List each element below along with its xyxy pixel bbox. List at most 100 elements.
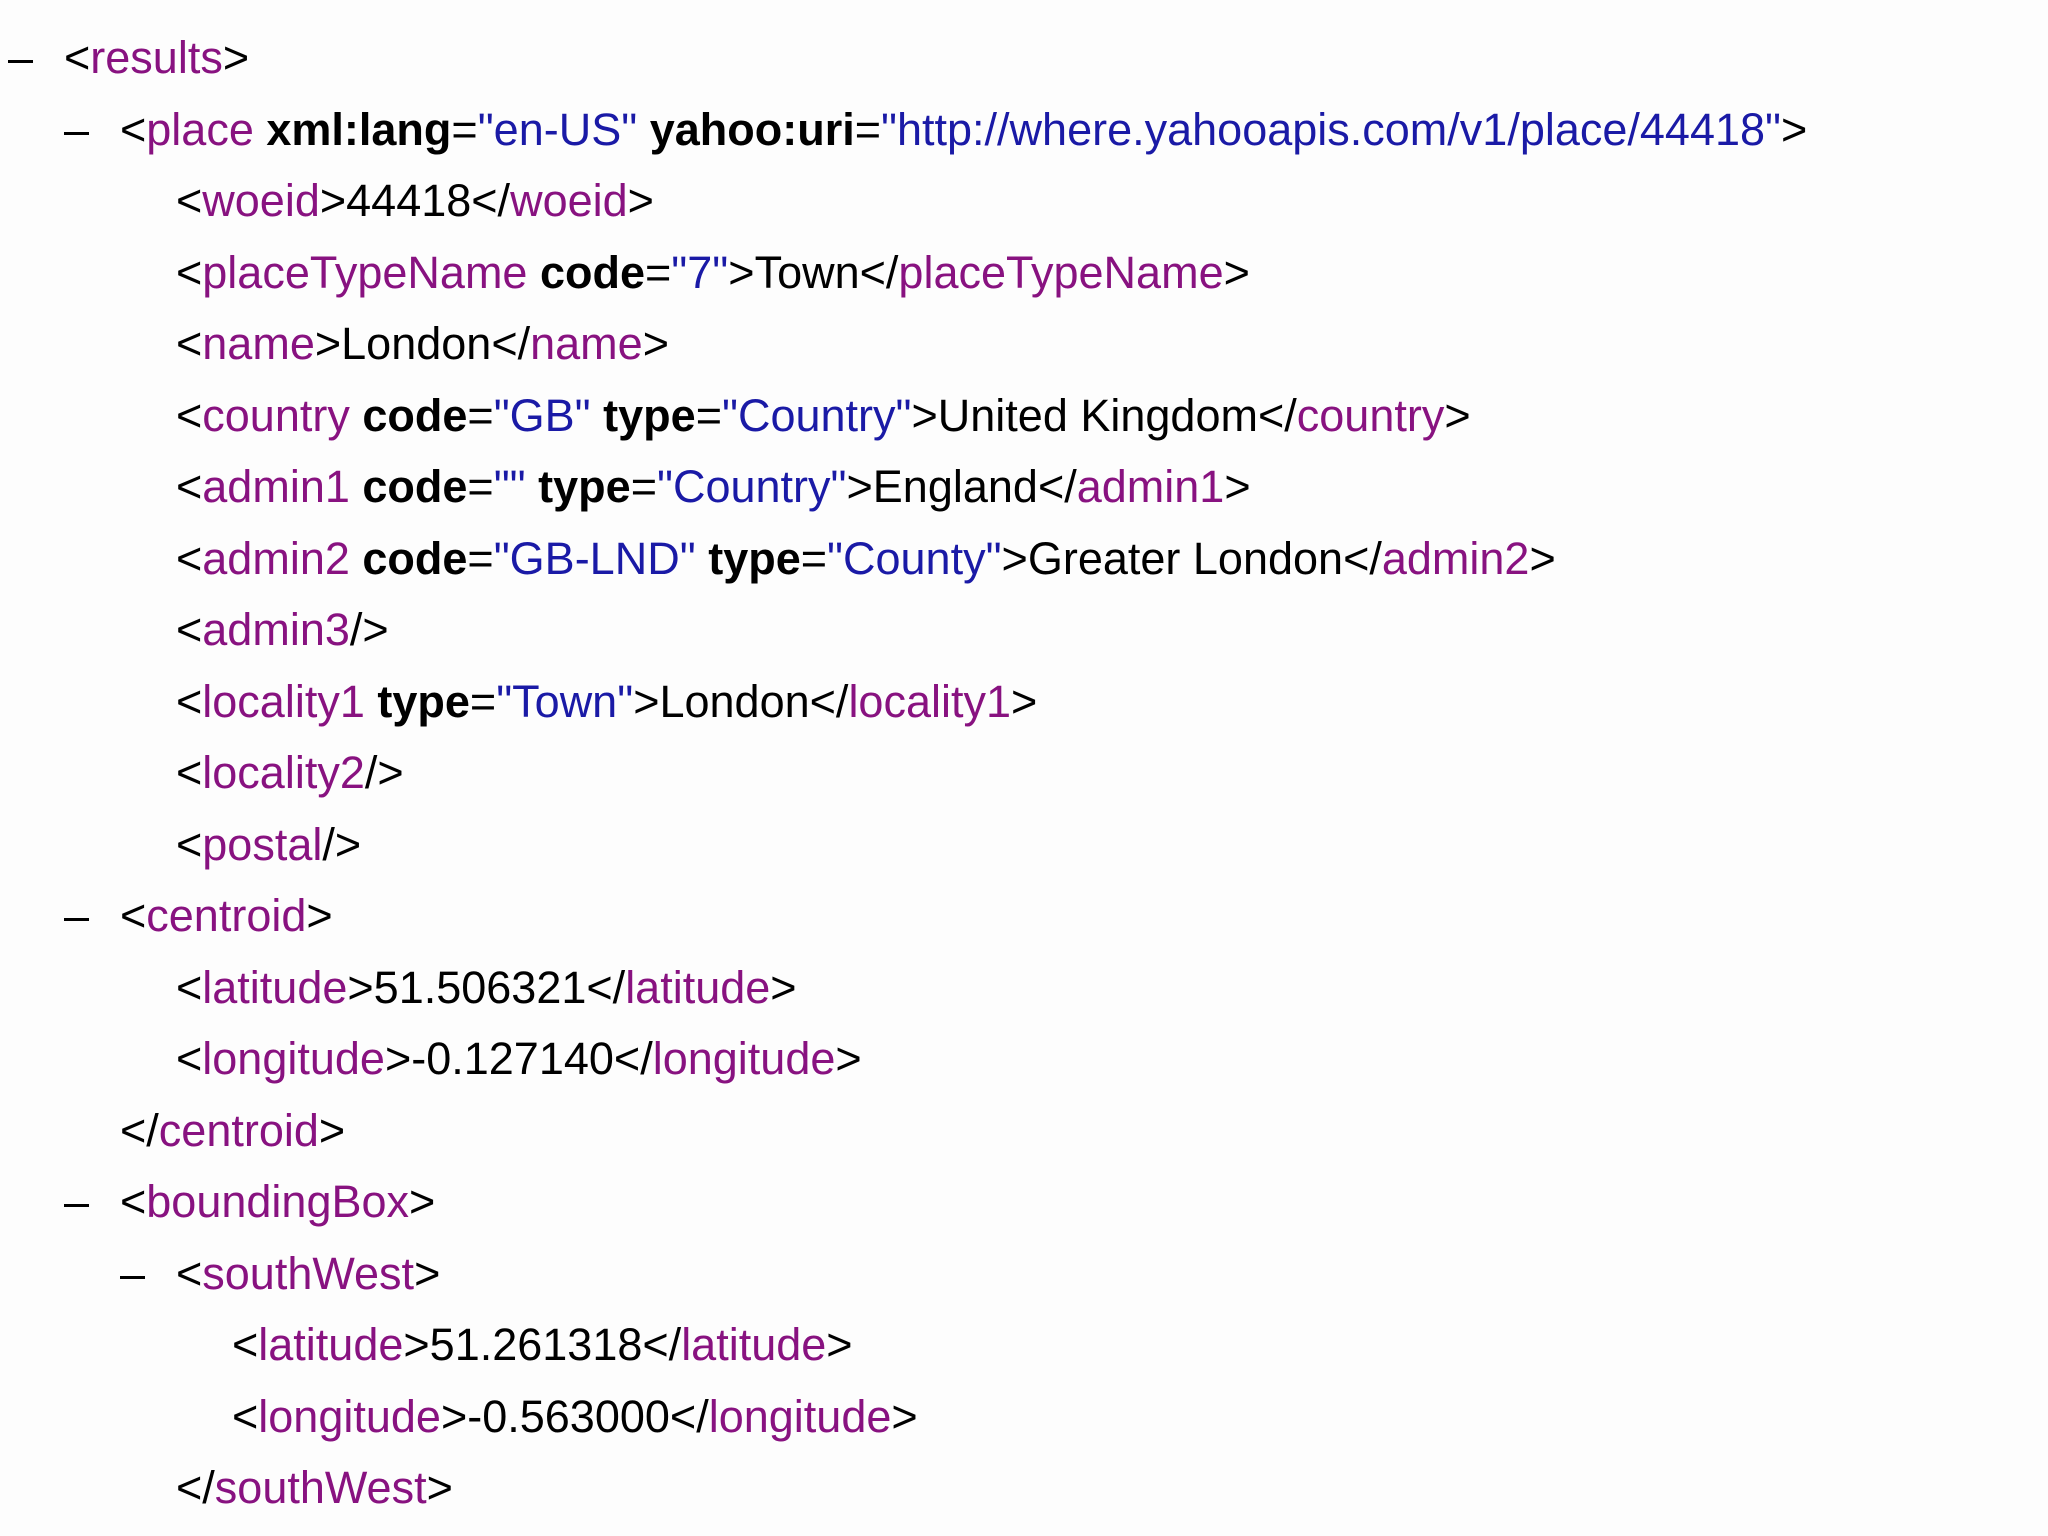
xml-tag-name: southWest: [214, 1462, 427, 1513]
xml-tag-name: admin2: [1381, 532, 1530, 584]
xml-line: <admin1 code="" type="Country">England</…: [176, 457, 1251, 517]
xml-attribute-value: "Country": [721, 389, 912, 441]
xml-attribute-name: code: [362, 461, 468, 512]
xml-text-content: Greater London: [1027, 532, 1344, 584]
xml-punctuation: >: [403, 1319, 430, 1370]
collapse-toggle[interactable]: –: [64, 1172, 120, 1232]
xml-tag-name: latitude: [625, 961, 771, 1013]
xml-punctuation: =: [467, 461, 494, 512]
xml-punctuation: =: [451, 103, 478, 155]
xml-tag-name: name: [530, 318, 643, 369]
xml-punctuation: </: [491, 318, 531, 369]
xml-punctuation: />: [322, 818, 362, 870]
collapse-toggle[interactable]: –: [64, 886, 120, 946]
xml-punctuation: </: [120, 1104, 159, 1156]
xml-tag-name: admin3: [202, 604, 350, 655]
xml-punctuation: [591, 386, 604, 446]
xml-punctuation: >: [222, 32, 250, 83]
xml-line: </southWest>: [176, 1458, 453, 1518]
xml-line: <locality1 type="Town">London</locality1…: [176, 672, 1037, 732]
xml-punctuation: >: [314, 318, 342, 369]
xml-punctuation: =: [645, 246, 672, 298]
xml-punctuation: >: [409, 1176, 436, 1227]
xml-punctuation: <: [120, 103, 147, 155]
xml-attribute-value: "en-US": [477, 103, 638, 155]
xml-text-content: Town: [754, 246, 860, 298]
xml-punctuation: [350, 457, 363, 517]
xml-attribute-name: code: [362, 389, 468, 441]
xml-tag-name: placeTypeName: [202, 246, 528, 298]
xml-attribute-value: "7": [671, 246, 729, 298]
xml-attribute-value: "Country": [656, 461, 847, 512]
xml-punctuation: </: [613, 1033, 653, 1084]
xml-line: <placeTypeName code="7">Town</placeTypeN…: [176, 243, 1250, 303]
xml-text-content: 44418: [346, 175, 472, 226]
xml-punctuation: >: [1781, 103, 1808, 155]
xml-punctuation: <: [176, 747, 203, 798]
xml-punctuation: >: [627, 175, 654, 226]
xml-punctuation: <: [176, 461, 203, 512]
xml-line: <longitude>-0.563000</longitude>: [232, 1387, 918, 1447]
xml-attribute-name: xml:lang: [266, 103, 452, 155]
xml-line: <name>London</name>: [176, 314, 669, 374]
xml-text-content: London: [341, 318, 492, 369]
xml-punctuation: <: [232, 1319, 259, 1370]
xml-attribute-value: "GB": [493, 389, 591, 441]
xml-attribute-value: "http://where.yahooapis.com/v1/place/444…: [881, 103, 1782, 155]
xml-line: <postal/>: [176, 815, 361, 875]
xml-attribute-value: "GB-LND": [493, 532, 696, 584]
xml-line: <latitude>51.506321</latitude>: [176, 958, 797, 1018]
xml-punctuation: >: [835, 1033, 862, 1084]
xml-punctuation: <: [120, 1176, 147, 1227]
xml-tag-name: longitude: [708, 1390, 892, 1442]
xml-line: – <southWest>: [120, 1244, 440, 1304]
xml-punctuation: >: [1444, 389, 1471, 441]
collapse-toggle[interactable]: –: [8, 28, 64, 88]
xml-attribute-value: "Town": [496, 675, 634, 727]
xml-punctuation: >: [728, 246, 755, 298]
xml-punctuation: [527, 243, 540, 303]
xml-punctuation: <: [176, 175, 203, 226]
xml-punctuation: =: [695, 389, 722, 441]
xml-tag-name: longitude: [258, 1390, 441, 1442]
xml-punctuation: >: [1223, 246, 1250, 298]
collapse-toggle[interactable]: –: [64, 100, 120, 160]
xml-punctuation: </: [471, 175, 511, 226]
xml-tag-name: boundingBox: [146, 1176, 410, 1227]
xml-punctuation: >: [1011, 675, 1038, 727]
xml-tag-name: admin1: [1076, 461, 1225, 512]
xml-punctuation: <: [64, 32, 91, 83]
xml-punctuation: <: [176, 675, 203, 727]
xml-attribute-name: type: [377, 675, 470, 727]
xml-tag-name: longitude: [652, 1033, 836, 1084]
xml-punctuation: [696, 529, 709, 589]
xml-line: – <results>: [8, 28, 249, 88]
xml-punctuation: =: [630, 461, 657, 512]
xml-text-content: -0.127140: [411, 1033, 614, 1084]
xml-punctuation: >: [1224, 461, 1251, 512]
xml-attribute-value: "County": [827, 532, 1002, 584]
xml-text-content: 51.261318: [429, 1319, 643, 1370]
xml-punctuation: <: [232, 1390, 259, 1442]
xml-line: </centroid>: [120, 1101, 345, 1161]
xml-punctuation: >: [306, 890, 333, 941]
xml-punctuation: >: [440, 1390, 468, 1442]
xml-punctuation: />: [349, 604, 389, 655]
xml-tree-view: – <results> – <place xml:lang="en-US" yahoo…: [0, 0, 2048, 1536]
xml-punctuation: </: [642, 1319, 682, 1370]
xml-punctuation: >: [1529, 532, 1556, 584]
xml-punctuation: [254, 100, 267, 160]
xml-line: – <place xml:lang="en-US" yahoo:uri="http…: [64, 100, 1807, 160]
xml-tag-name: centroid: [158, 1104, 319, 1156]
collapse-toggle[interactable]: –: [120, 1244, 176, 1304]
xml-punctuation: [365, 672, 378, 732]
xml-punctuation: >: [891, 1390, 918, 1442]
xml-tag-name: country: [1296, 389, 1445, 441]
xml-tag-name: name: [202, 318, 315, 369]
xml-punctuation: [350, 386, 363, 446]
xml-tag-name: longitude: [202, 1033, 385, 1084]
xml-punctuation: </: [586, 961, 626, 1013]
xml-punctuation: [350, 529, 363, 589]
xml-line: <woeid>44418</woeid>: [176, 171, 654, 231]
xml-punctuation: </: [1343, 532, 1382, 584]
